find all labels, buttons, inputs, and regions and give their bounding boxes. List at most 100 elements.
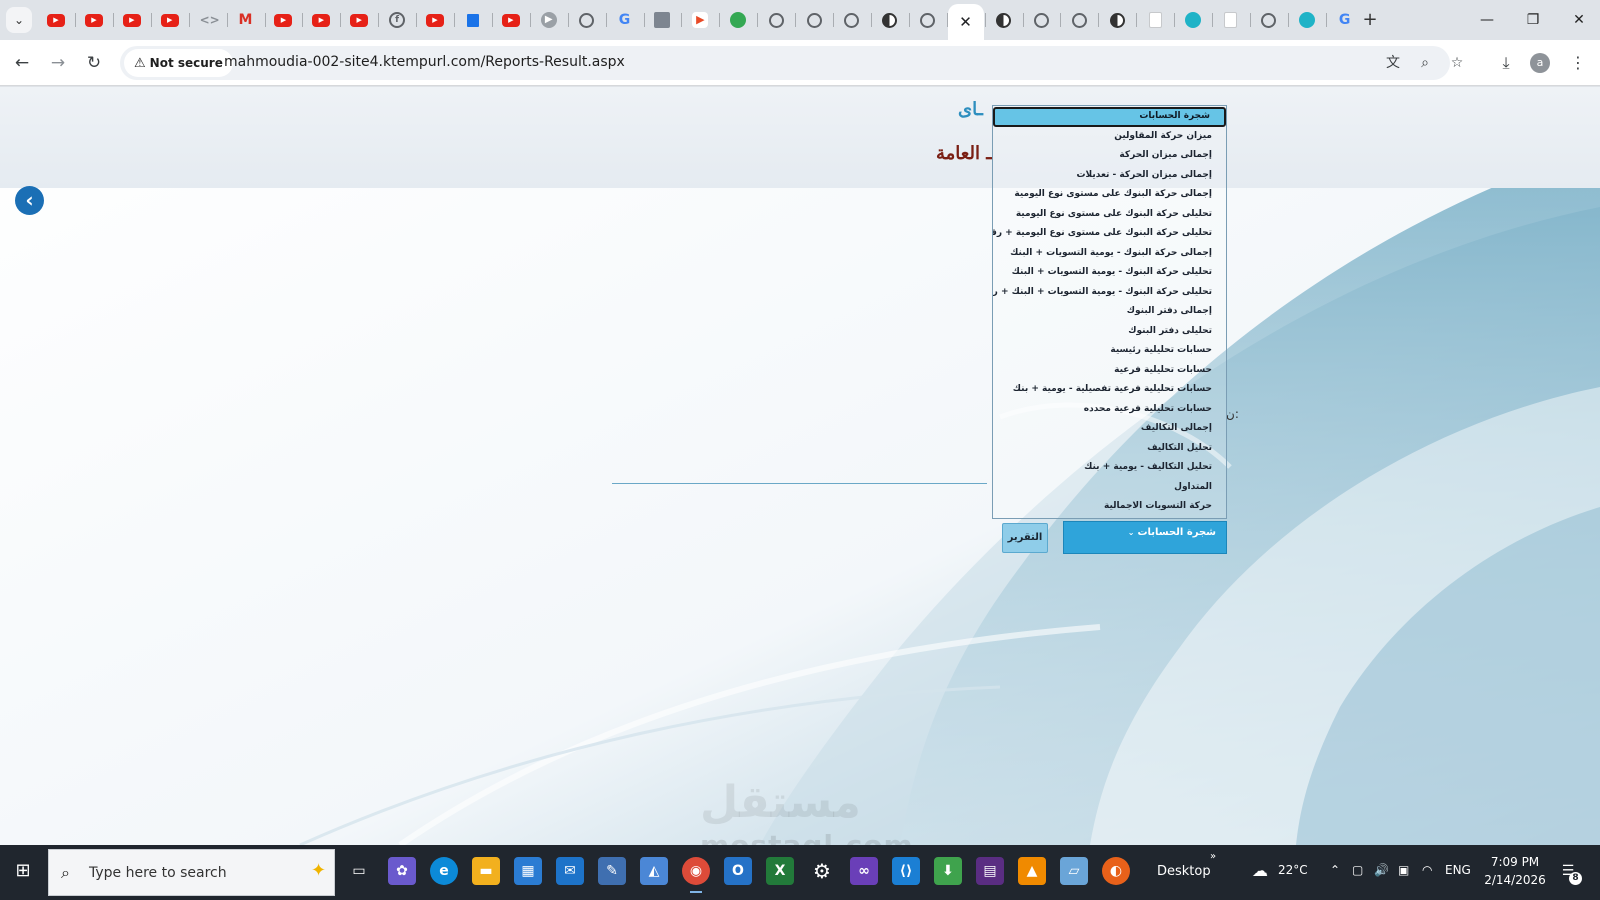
windows-start-icon[interactable]: ⊞: [8, 856, 38, 886]
notifications-icon[interactable]: ☰ 8: [1556, 859, 1582, 885]
browser-tab[interactable]: f: [385, 8, 409, 32]
browser-tab[interactable]: ▶: [309, 8, 333, 32]
dropdown-option[interactable]: حسابات تحليلية فرعية محدده: [993, 400, 1226, 420]
close-window-button[interactable]: ✕: [1556, 0, 1600, 40]
dropdown-option[interactable]: تحليلى حركة البنوك على مستوى نوع اليومية: [993, 205, 1226, 225]
language-indicator[interactable]: ENG: [1445, 863, 1471, 877]
wifi-icon[interactable]: ◠: [1422, 863, 1432, 877]
browser-tab[interactable]: ▶: [44, 8, 68, 32]
browser-tab[interactable]: [1257, 8, 1281, 32]
outlook-icon[interactable]: O: [724, 857, 752, 885]
mail-icon[interactable]: ✉: [556, 857, 584, 885]
excel-icon[interactable]: X: [766, 857, 794, 885]
url-text[interactable]: mahmoudia-002-site4.ktempurl.com/Reports…: [224, 54, 625, 70]
dropdown-option[interactable]: إجمالى ميزان الحركة: [993, 146, 1226, 166]
browser-tab[interactable]: ▶: [423, 8, 447, 32]
restore-button[interactable]: ❐: [1510, 0, 1556, 40]
close-icon[interactable]: ✕: [959, 13, 972, 31]
dropdown-option[interactable]: إجمالى ميزان الحركة - تعديلات: [993, 166, 1226, 186]
back-chevron-icon[interactable]: ‹: [15, 186, 44, 215]
copilot-icon[interactable]: ✿: [388, 857, 416, 885]
browser-tab[interactable]: [1295, 8, 1319, 32]
back-arrow-icon[interactable]: ←: [8, 49, 36, 77]
browser-tab[interactable]: [1067, 8, 1091, 32]
download-manager-icon[interactable]: ⬇: [934, 857, 962, 885]
dropdown-option[interactable]: شجرة الحسابات: [993, 107, 1226, 127]
dropdown-option[interactable]: إجمالى حركة البنوك - يومية التسويات + ال…: [993, 244, 1226, 264]
browser-tab[interactable]: ▶: [120, 8, 144, 32]
zoom-icon[interactable]: ⌕: [1414, 52, 1436, 74]
vscode-icon[interactable]: ⟨⟩: [892, 857, 920, 885]
chevron-up-icon[interactable]: ⌃: [1330, 863, 1340, 877]
dropdown-option[interactable]: إجمالى دفتر البنوك: [993, 302, 1226, 322]
dropdown-option[interactable]: حسابات تحليلية فرعية تفصيلية - يومية + ب…: [993, 380, 1226, 400]
dropdown-option[interactable]: حسابات تحليلية فرعية: [993, 361, 1226, 381]
volume-icon[interactable]: 🔊: [1374, 863, 1389, 877]
dropdown-option[interactable]: إجمالى التكاليف: [993, 419, 1226, 439]
visual-studio-icon[interactable]: ∞: [850, 857, 878, 885]
browser-tab[interactable]: [1219, 8, 1243, 32]
browser-tab[interactable]: [575, 8, 599, 32]
browser-tab[interactable]: ▶: [688, 8, 712, 32]
browser-tab[interactable]: <>: [196, 8, 220, 32]
browser-tab[interactable]: ✕: [947, 4, 984, 40]
browser-tab[interactable]: ▶: [158, 8, 182, 32]
browser-tab[interactable]: [764, 8, 788, 32]
notes-icon[interactable]: ▱: [1060, 857, 1088, 885]
firefox-icon[interactable]: ◐: [1102, 857, 1130, 885]
browser-tab[interactable]: [840, 8, 864, 32]
taskbar-search-box[interactable]: ⌕ Type here to search ✦: [48, 849, 335, 896]
browser-tab[interactable]: [1181, 8, 1205, 32]
browser-tab[interactable]: M: [234, 8, 258, 32]
browser-tab[interactable]: [878, 8, 902, 32]
browser-tab[interactable]: G: [613, 8, 637, 32]
dropdown-option[interactable]: تحليل التكاليف - يومية + بنك: [993, 458, 1226, 478]
task-view-icon[interactable]: ▭: [345, 857, 373, 885]
settings-gear-icon[interactable]: ⚙: [808, 857, 836, 885]
report-dropdown-list[interactable]: شجرة الحسابات ميزان حركة المقاولين إجمالى …: [992, 105, 1227, 519]
browser-tab[interactable]: ▶: [537, 8, 561, 32]
dropdown-option[interactable]: المتداول: [993, 478, 1226, 498]
weather-icon[interactable]: ☁: [1246, 857, 1274, 885]
browser-tab[interactable]: [650, 8, 674, 32]
browser-tab[interactable]: ▶: [82, 8, 106, 32]
desktop-toolbar-label[interactable]: Desktop: [1157, 864, 1211, 879]
browser-tab[interactable]: G: [1333, 8, 1357, 32]
profile-avatar[interactable]: a: [1530, 53, 1550, 73]
report-button[interactable]: التقرير: [1002, 523, 1048, 553]
browser-tab[interactable]: [1143, 8, 1167, 32]
minimize-button[interactable]: —: [1464, 0, 1510, 40]
camera-icon[interactable]: ▢: [1352, 863, 1363, 877]
browser-tab[interactable]: [1029, 8, 1053, 32]
bookmark-star-icon[interactable]: ☆: [1446, 52, 1468, 74]
temperature[interactable]: 22°C: [1278, 863, 1308, 877]
dropdown-option[interactable]: حركة التسويات الاجمالية: [993, 497, 1226, 517]
vlc-icon[interactable]: ▲: [1018, 857, 1046, 885]
dropdown-option[interactable]: تحليل التكاليف: [993, 439, 1226, 459]
browser-tab[interactable]: [802, 8, 826, 32]
terminal-icon[interactable]: ▤: [976, 857, 1004, 885]
browser-tab[interactable]: [461, 8, 485, 32]
security-chip[interactable]: ⚠ Not secure: [124, 49, 233, 77]
address-bar[interactable]: ⚠ Not secure mahmoudia-002-site4.ktempurl…: [120, 46, 1463, 80]
battery-icon[interactable]: ▣: [1398, 863, 1409, 877]
store-icon[interactable]: ▦: [514, 857, 542, 885]
dropdown-option[interactable]: تحليلى حركة البنوك على مستوى نوع اليومية…: [993, 224, 1226, 244]
dropdown-option[interactable]: تحليلى حركة البنوك - يومية التسويات + ال…: [993, 283, 1226, 303]
file-explorer-icon[interactable]: ▬: [472, 857, 500, 885]
chevron-right-icon[interactable]: »: [1210, 851, 1216, 862]
tab-search-chevron-icon[interactable]: ⌄: [6, 7, 32, 33]
menu-kebab-icon[interactable]: ⋮: [1564, 49, 1592, 77]
dropdown-option[interactable]: تحليلى حركة البنوك - يومية التسويات + ال…: [993, 263, 1226, 283]
paint-3d-icon[interactable]: ◭: [640, 857, 668, 885]
download-icon[interactable]: ⤓: [1492, 49, 1520, 77]
forward-arrow-icon[interactable]: →: [44, 49, 72, 77]
browser-tab[interactable]: ▶: [347, 8, 371, 32]
dropdown-option[interactable]: حسابات تحليلية رئيسية: [993, 341, 1226, 361]
browser-tab[interactable]: ▶: [271, 8, 295, 32]
chrome-icon[interactable]: ◉: [682, 857, 710, 893]
translate-icon[interactable]: 文: [1382, 52, 1404, 74]
dropdown-option[interactable]: إجمالى حركة البنوك على مستوى نوع اليومية: [993, 185, 1226, 205]
paint-icon[interactable]: ✎: [598, 857, 626, 885]
dropdown-option[interactable]: ميزان حركة المقاولين: [993, 127, 1226, 147]
